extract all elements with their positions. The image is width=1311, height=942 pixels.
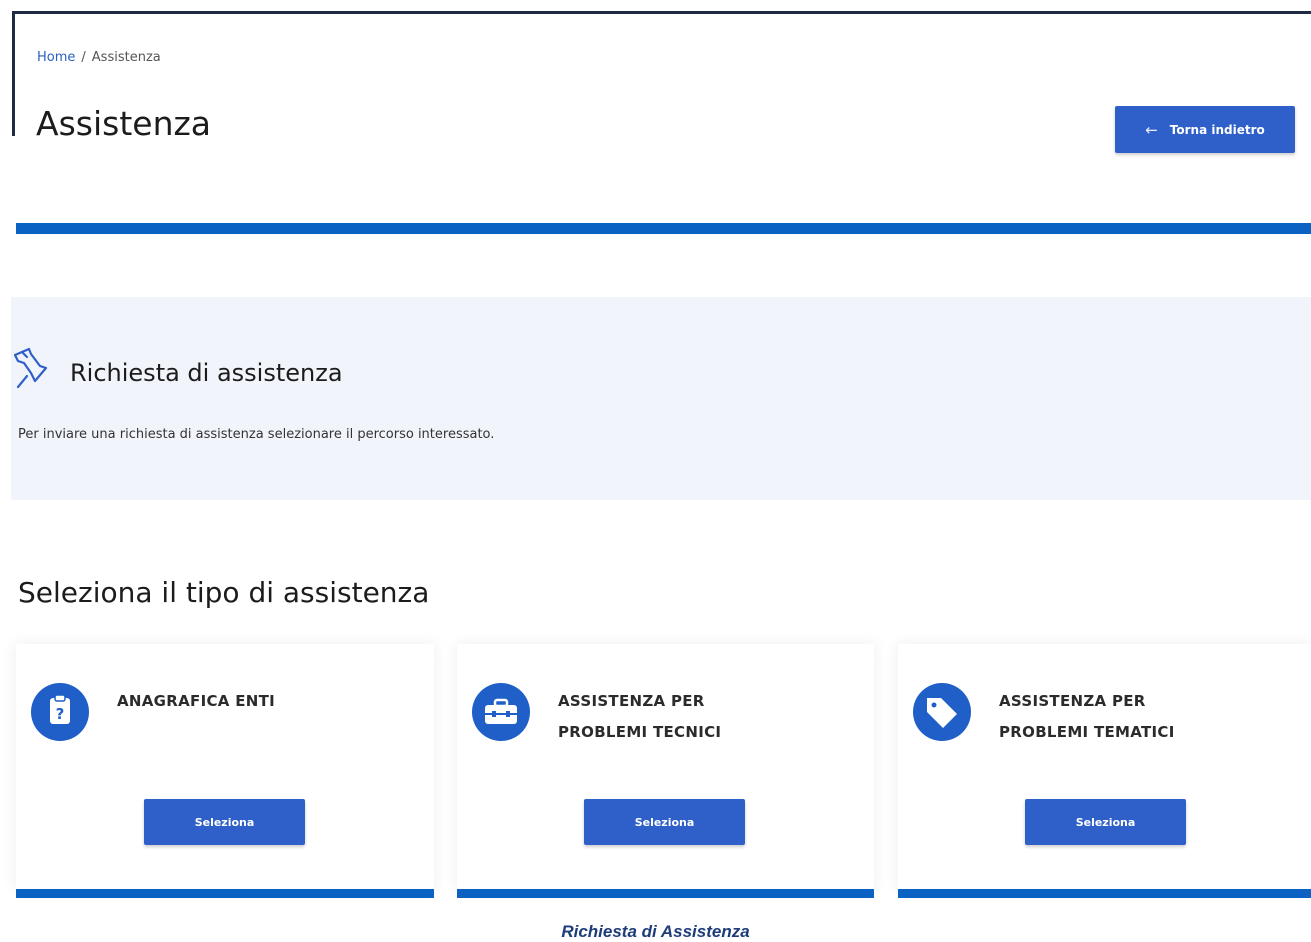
select-button-problemi-tematici[interactable]: Seleziona	[1025, 799, 1186, 845]
tag-icon	[913, 683, 971, 741]
select-button-problemi-tecnici[interactable]: Seleziona	[584, 799, 745, 845]
card-problemi-tematici: ASSISTENZA PER PROBLEMI TEMATICI Selezio…	[898, 644, 1311, 898]
top-border	[0, 0, 1311, 14]
figure-caption: Richiesta di Assistenza	[561, 922, 750, 941]
breadcrumb-separator: /	[81, 50, 86, 65]
card-title: ASSISTENZA PER PROBLEMI TECNICI	[558, 692, 722, 741]
card-bottom-bar	[457, 889, 874, 898]
back-button[interactable]: ← Torna indietro	[1115, 106, 1295, 153]
clipboard-question-icon: ?	[31, 683, 89, 741]
card-title: ASSISTENZA PER PROBLEMI TEMATICI	[999, 692, 1175, 741]
info-description: Per inviare una richiesta di assistenza …	[18, 427, 495, 442]
svg-text:?: ?	[56, 705, 65, 723]
section-title: Seleziona il tipo di assistenza	[18, 576, 430, 609]
header-left-rule	[12, 12, 15, 136]
select-button-anagrafica-enti[interactable]: Seleziona	[144, 799, 305, 845]
card-anagrafica-enti: ? ANAGRAFICA ENTI Seleziona	[16, 644, 434, 898]
breadcrumb: Home / Assistenza	[37, 50, 161, 65]
back-button-label: Torna indietro	[1169, 122, 1265, 137]
card-title: ANAGRAFICA ENTI	[117, 692, 276, 710]
header-divider-band	[16, 223, 1311, 234]
card-bottom-bar	[898, 889, 1311, 898]
card-bottom-bar	[16, 889, 434, 898]
toolbox-icon	[472, 683, 530, 741]
arrow-left-icon: ←	[1145, 120, 1158, 139]
info-heading: Richiesta di assistenza	[70, 359, 343, 387]
breadcrumb-home-link[interactable]: Home	[37, 50, 75, 65]
info-panel	[11, 297, 1311, 500]
breadcrumb-current: Assistenza	[91, 50, 161, 65]
pushpin-icon	[13, 347, 48, 389]
page-title: Assistenza	[36, 104, 212, 143]
card-problemi-tecnici: ASSISTENZA PER PROBLEMI TECNICI Selezion…	[457, 644, 874, 898]
